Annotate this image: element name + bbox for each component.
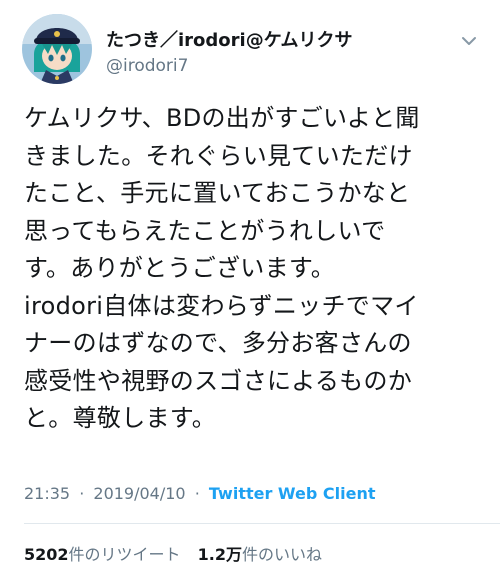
like-stat[interactable]: 1.2万件のいいね — [198, 545, 322, 564]
tweet-header: たつき／irodori@ケムリクサ @irodori7 — [22, 14, 482, 84]
tweet: たつき／irodori@ケムリクサ @irodori7 ケムリクサ、BDの出がす… — [0, 0, 500, 581]
avatar-image — [22, 14, 92, 84]
retweet-stat[interactable]: 5202件のリツイート — [24, 545, 186, 564]
user-names: たつき／irodori@ケムリクサ @irodori7 — [106, 26, 352, 76]
tweet-stats: 5202件のリツイート 1.2万件のいいね — [24, 541, 322, 565]
meta-separator: · — [79, 484, 85, 503]
tweet-client-link[interactable]: Twitter Web Client — [209, 484, 376, 503]
chevron-down-icon[interactable] — [458, 30, 480, 52]
tweet-text: ケムリクサ、BDの出がすごいよと聞 きました。それぐらい見ていただけ たこと、手… — [24, 104, 420, 432]
like-count: 1.2万 — [197, 545, 242, 564]
tweet-time[interactable]: 21:35 — [24, 484, 70, 503]
retweet-label: 件のリツイート — [68, 545, 181, 564]
display-name[interactable]: たつき／irodori@ケムリクサ — [106, 26, 352, 52]
tweet-meta: 21:35 · 2019/04/10 · Twitter Web Client — [24, 484, 375, 503]
retweet-count: 5202 — [24, 545, 69, 564]
user-handle[interactable]: @irodori7 — [106, 56, 352, 76]
like-label: 件のいいね — [242, 545, 323, 564]
tweet-date[interactable]: 2019/04/10 — [93, 484, 185, 503]
divider — [24, 523, 500, 524]
meta-separator: · — [194, 484, 200, 503]
avatar[interactable] — [22, 14, 92, 84]
